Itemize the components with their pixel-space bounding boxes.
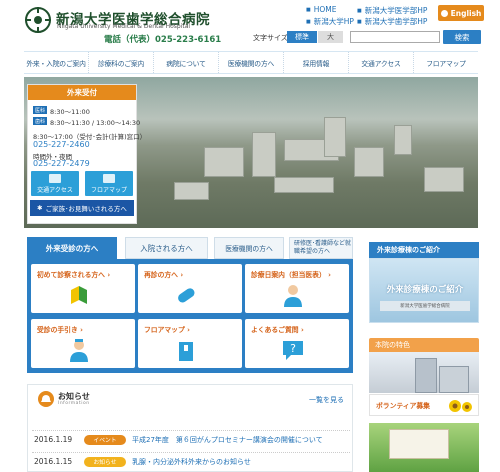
nav-recruit[interactable]: 採用情報	[283, 52, 348, 73]
font-size-label: 文字サイズ	[253, 34, 288, 42]
news-subtitle: Information	[58, 401, 90, 406]
news-item[interactable]: 2016.1.19 イベント 平成27年度 第６回がんプロセミナー講演会の開催に…	[32, 430, 350, 448]
news-category-badge: お知らせ	[84, 456, 126, 467]
outpatient-title: 外来受付	[28, 85, 136, 100]
card-guide[interactable]: 受診の手引き	[31, 319, 135, 368]
beginner-mark-icon	[71, 286, 87, 304]
tab-medical-institutions[interactable]: 医療機関の方へ	[214, 237, 284, 259]
dental-tag: 歯科	[33, 117, 47, 125]
garden-banner[interactable]	[369, 423, 479, 472]
hospital-name-en: Niigata University Medical & Dental Hosp…	[57, 23, 191, 30]
university-link[interactable]: 新潟大学HP	[306, 16, 354, 27]
features-banner[interactable]	[369, 352, 479, 393]
card-first-visit[interactable]: 初めて診察される方へ	[31, 264, 135, 313]
volunteer-banner[interactable]: ボランティア募集	[369, 394, 479, 416]
card-faq[interactable]: よくあるご質問 ?	[245, 319, 349, 368]
flower-icon	[449, 400, 472, 412]
global-nav: 外来・入院のご案内 診療科のご案内 病院について 医療機関の方へ 採用情報 交通…	[24, 51, 478, 74]
font-size-large-button[interactable]: 大	[318, 31, 343, 43]
hospital-tel: 電話（代表）025-223-6161	[104, 35, 222, 45]
nav-outpatient-inpatient[interactable]: 外来・入院のご案内	[24, 52, 88, 73]
globe-icon	[440, 9, 448, 17]
visitor-button[interactable]: ✱ ご家族･お見舞いされる方へ	[30, 200, 134, 216]
nav-about[interactable]: 病院について	[153, 52, 218, 73]
search-button[interactable]: 検索	[443, 30, 481, 44]
search-input[interactable]	[350, 31, 440, 43]
medical-hours: 8:30〜11:00	[50, 108, 90, 116]
doctor-icon	[284, 285, 302, 307]
tab-trainees[interactable]: 研修医･看護師など就職希望の方へ	[289, 237, 353, 259]
font-size-standard-button[interactable]: 標準	[287, 31, 317, 43]
dental-hours: 8:30〜11:30 / 13:00〜14:30	[50, 119, 141, 127]
tab-inpatient[interactable]: 入院される方へ	[125, 237, 208, 259]
map-icon	[103, 174, 115, 183]
dentistry-faculty-link[interactable]: 新潟大学歯学部HP	[357, 16, 428, 27]
medicine-faculty-link[interactable]: 新潟大学医学部HP	[357, 5, 428, 16]
features-heading[interactable]: 本院の特色	[369, 338, 479, 352]
outpatient-building-heading[interactable]: 外来診療棟のご紹介	[369, 242, 479, 258]
nav-access[interactable]: 交通アクセス	[348, 52, 413, 73]
phone-1[interactable]: 025-227-2460	[33, 140, 90, 149]
people-icon: ✱	[37, 204, 43, 212]
news-section: お知らせ Information 一覧を見る 2016.1.19 イベント 平成…	[27, 384, 353, 472]
bus-icon	[49, 174, 61, 183]
nurse-icon	[70, 339, 88, 362]
question-icon: ?	[283, 341, 303, 360]
hospital-logo[interactable]	[24, 6, 52, 34]
bell-icon	[38, 391, 54, 407]
outpatient-panel: 初めて診察される方へ 再診の方へ 診療日案内（担当医表） 受診の手引き フロアマ…	[27, 259, 353, 373]
svg-text:?: ?	[290, 342, 296, 355]
news-category-badge: イベント	[84, 434, 126, 445]
building-icon	[179, 342, 193, 361]
tab-outpatient[interactable]: 外来受診の方へ	[27, 237, 117, 259]
card-revisit[interactable]: 再診の方へ	[138, 264, 242, 313]
building-sign: 新潟大学医歯学総合病院	[380, 301, 470, 311]
access-button[interactable]: 交通アクセス	[31, 171, 79, 196]
nav-medical-institutions[interactable]: 医療機関の方へ	[218, 52, 283, 73]
floormap-button[interactable]: フロアマップ	[85, 171, 133, 196]
news-item[interactable]: 2016.1.15 お知らせ 乳腺・内分泌外科外来からのお知らせ	[32, 452, 350, 470]
medical-tag: 医科	[33, 106, 47, 114]
english-button[interactable]: English	[438, 5, 484, 21]
outpatient-building-banner[interactable]: 外来診療棟のご紹介 新潟大学医歯学総合病院	[369, 258, 479, 323]
news-more-link[interactable]: 一覧を見る	[309, 395, 344, 405]
home-link[interactable]: HOME	[306, 5, 337, 14]
phone-2[interactable]: 025-227-2479	[33, 159, 90, 168]
card-floormap[interactable]: フロアマップ	[138, 319, 242, 368]
card-schedule[interactable]: 診療日案内（担当医表）	[245, 264, 349, 313]
nav-floormap[interactable]: フロアマップ	[413, 52, 478, 73]
pill-icon	[178, 288, 195, 303]
nav-departments[interactable]: 診療科のご案内	[88, 52, 153, 73]
